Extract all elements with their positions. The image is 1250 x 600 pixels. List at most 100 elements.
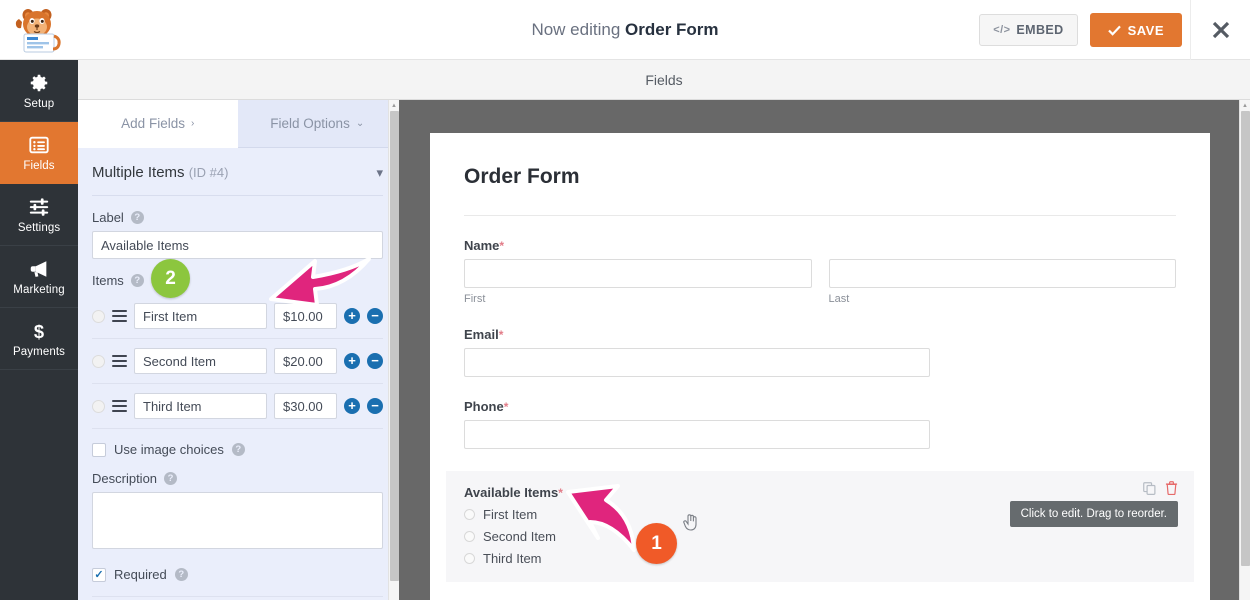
name-field-label: Name* — [464, 238, 1176, 253]
tab-add-fields[interactable]: Add Fields › — [78, 100, 238, 148]
preview-form-title: Order Form — [464, 165, 580, 188]
drag-handle-icon[interactable] — [112, 399, 127, 413]
preview-radio-label: Second Item — [483, 529, 556, 544]
field-header[interactable]: Multiple Items (ID #4) ▾ — [92, 148, 383, 196]
duplicate-icon[interactable] — [1143, 481, 1156, 500]
megaphone-icon — [28, 258, 50, 280]
help-icon[interactable]: ? — [130, 211, 144, 224]
chevron-down-icon[interactable]: ▾ — [376, 165, 383, 181]
form-name: Order Form — [625, 19, 719, 39]
item-name-input[interactable] — [134, 303, 267, 329]
remove-item-button[interactable]: − — [367, 398, 383, 414]
preview-field-available-items[interactable]: Available Items* First Item Second Item … — [446, 471, 1194, 582]
first-name-col: First — [464, 259, 812, 305]
label-input[interactable] — [92, 231, 383, 259]
last-name-col: Last — [828, 259, 1176, 305]
tab-add-fields-label: Add Fields — [121, 116, 185, 131]
preview-scrollbar[interactable]: ▲ — [1239, 100, 1250, 600]
help-icon[interactable]: ? — [231, 443, 245, 456]
preview-radio-option[interactable]: Second Item — [464, 529, 1176, 544]
svg-text:$: $ — [34, 320, 44, 341]
tab-field-options-label: Field Options — [270, 116, 350, 131]
preview-radio-option[interactable]: Third Item — [464, 551, 1176, 566]
item-price-input[interactable] — [274, 348, 337, 374]
item-row: + − — [92, 384, 383, 429]
form-preview-area: Order Form Name* First Last Email* Phone… — [399, 100, 1239, 600]
field-tooltip: Click to edit. Drag to reorder. — [1009, 501, 1178, 527]
available-items-label-text: Available Items — [464, 485, 559, 500]
use-image-choices-label: Use image choices — [114, 442, 224, 457]
panel-scrollbar[interactable]: ▲ — [388, 100, 399, 600]
drag-handle-icon[interactable] — [112, 354, 127, 368]
embed-button[interactable]: </> EMBED — [979, 14, 1078, 46]
sidebar-item-marketing[interactable]: Marketing — [0, 246, 78, 308]
list-icon — [28, 134, 50, 156]
item-price-input[interactable] — [274, 393, 337, 419]
preview-field-phone[interactable]: Phone* — [464, 399, 1176, 449]
annotation-badge-1-text: 1 — [651, 532, 662, 554]
required-label: Required — [114, 567, 167, 582]
sidebar-item-payments[interactable]: $ Payments — [0, 308, 78, 370]
close-button[interactable] — [1190, 0, 1250, 60]
radio-unchecked-icon[interactable] — [92, 309, 105, 323]
gear-icon — [28, 72, 50, 94]
trash-icon[interactable] — [1165, 481, 1178, 500]
top-bar-actions: </> EMBED SAVE — [979, 0, 1250, 60]
email-input[interactable] — [464, 348, 930, 377]
radio-unchecked-icon[interactable] — [92, 354, 105, 368]
name-inputs-row: First Last — [464, 259, 1176, 305]
scroll-up-arrow-icon[interactable]: ▲ — [1240, 100, 1250, 111]
panel-tabs: Add Fields › Field Options ⌄ — [78, 100, 397, 148]
use-image-choices-checkbox[interactable] — [92, 442, 106, 457]
items-list: + − + − + − — [92, 294, 383, 429]
chevron-right-icon: › — [190, 118, 195, 129]
field-title-text: Multiple Items — [92, 164, 185, 181]
last-name-input[interactable] — [828, 259, 1176, 288]
field-action-icons — [1143, 481, 1178, 500]
item-name-input[interactable] — [134, 348, 267, 374]
add-item-button[interactable]: + — [344, 353, 360, 369]
save-button[interactable]: SAVE — [1089, 13, 1182, 47]
item-price-input[interactable] — [274, 303, 337, 329]
sidebar-item-fields[interactable]: Fields — [0, 122, 78, 184]
scroll-up-arrow-icon[interactable]: ▲ — [389, 100, 399, 111]
help-icon[interactable]: ? — [130, 274, 144, 287]
sidebar-item-label: Marketing — [13, 283, 65, 296]
drag-handle-icon[interactable] — [112, 309, 127, 323]
remove-item-button[interactable]: − — [367, 353, 383, 369]
title-divider — [464, 215, 1176, 216]
form-builder-app: Now editing Order Form </> EMBED SAVE Se… — [0, 0, 1250, 600]
phone-input[interactable] — [464, 420, 930, 449]
first-name-input[interactable] — [464, 259, 812, 288]
sidebar-item-settings[interactable]: Settings — [0, 184, 78, 246]
preview-radio-label: First Item — [483, 507, 538, 522]
panel-body: Multiple Items (ID #4) ▾ Label ? Items ? — [78, 148, 397, 597]
remove-item-button[interactable]: − — [367, 308, 383, 324]
help-icon[interactable]: ? — [174, 568, 188, 581]
sidebar-item-label: Payments — [13, 345, 65, 358]
radio-unchecked-icon — [464, 553, 475, 564]
item-name-input[interactable] — [134, 393, 267, 419]
embed-button-label: EMBED — [1016, 23, 1064, 37]
tab-field-options[interactable]: Field Options ⌄ — [237, 100, 397, 148]
field-options-panel: Add Fields › Field Options ⌄ Multiple It… — [78, 100, 398, 600]
code-icon: </> — [993, 24, 1011, 36]
item-row: + − — [92, 339, 383, 384]
first-name-sublabel: First — [464, 293, 486, 305]
required-star: * — [498, 328, 504, 342]
annotation-badge-2-text: 2 — [165, 267, 176, 289]
preview-field-name[interactable]: Name* First Last — [464, 238, 1176, 305]
radio-unchecked-icon[interactable] — [92, 399, 105, 413]
add-item-button[interactable]: + — [344, 398, 360, 414]
sidebar-item-setup[interactable]: Setup — [0, 60, 78, 122]
description-textarea[interactable] — [92, 492, 383, 549]
preview-scrollbar-thumb[interactable] — [1241, 111, 1250, 566]
add-item-button[interactable]: + — [344, 308, 360, 324]
panel-scrollbar-thumb[interactable] — [390, 111, 399, 581]
required-star: * — [503, 400, 509, 414]
email-field-label: Email* — [464, 327, 1176, 342]
help-icon[interactable]: ? — [164, 472, 178, 485]
required-checkbox[interactable]: ✓ — [92, 567, 106, 582]
item-row: + − — [92, 294, 383, 339]
preview-field-email[interactable]: Email* — [464, 327, 1176, 377]
